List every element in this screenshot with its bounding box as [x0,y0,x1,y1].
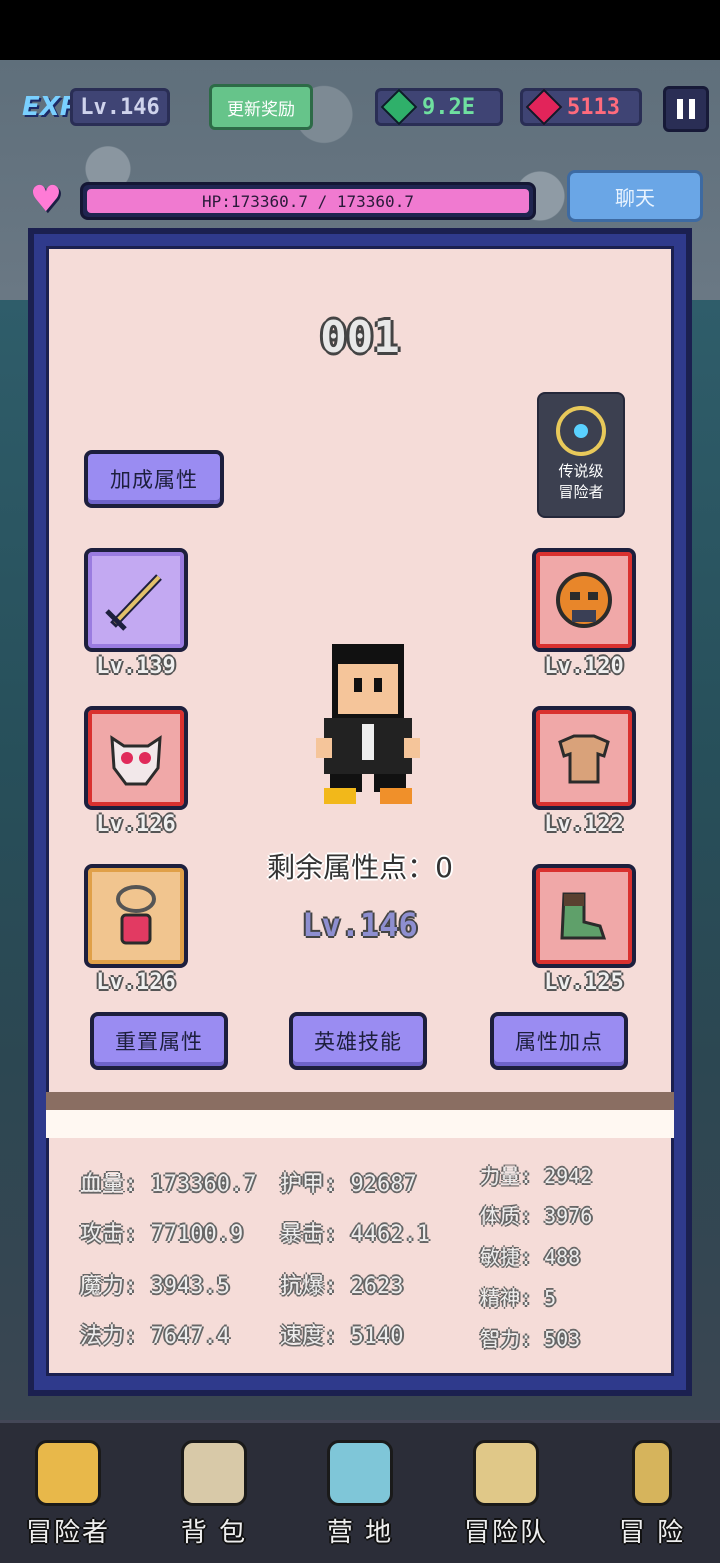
weapon-level: Lv.139 [96,654,176,679]
nav-adventure-label: 冒 险 [618,1518,686,1548]
armor-icon [558,734,610,784]
legend-label-2: 冒险者 [558,483,604,501]
green-gem-counter: 9.2E [375,88,503,126]
nav-backpack[interactable]: 背 包 [154,1436,274,1556]
hp-bar: HP:173360.7 / 173360.7 [80,182,536,220]
add-attribute-points-button[interactable]: 属性加点 [490,1012,628,1070]
legend-label-1: 传说级 [558,462,604,480]
helmet-icon [556,572,612,628]
armor-slot[interactable] [532,706,636,810]
sword-nav-icon [632,1440,672,1506]
nav-backpack-label: 背 包 [180,1518,248,1548]
book-icon [473,1440,539,1506]
stat-speed: 速度: 5140 [280,1324,404,1349]
red-gem-icon [525,88,563,126]
chat-button[interactable]: 聊天 [567,170,703,222]
hero-sprite [316,644,420,804]
nav-team[interactable]: 冒险队 [446,1436,566,1556]
hero-skills-button[interactable]: 英雄技能 [289,1012,427,1070]
bonus-attributes-button[interactable]: 加成属性 [84,450,224,508]
stat-magic: 魔力: 3943.5 [80,1274,230,1299]
hp-text: HP:173360.7 / 173360.7 [87,189,529,213]
weapon-slot[interactable] [84,548,188,652]
stat-spirit: 精神: 5 [480,1286,557,1310]
skull-mask-icon [110,735,162,786]
heart-icon: ♥ [32,174,60,225]
nav-adventure[interactable]: 冒 险 [592,1436,712,1556]
helmet-crown-icon [35,1440,101,1506]
hero-level: Lv.146 [302,906,418,944]
boots-level: Lv.125 [544,970,624,995]
mask-slot[interactable] [84,706,188,810]
nav-team-label: 冒险队 [463,1518,548,1548]
red-gem-counter: 5113 [520,88,642,126]
helmet-slot[interactable] [532,548,636,652]
trophy-icon [327,1440,393,1506]
stat-spell: 法力: 7647.4 [80,1324,230,1349]
player-level: Lv.146 [70,88,170,126]
remaining-attribute-points: 剩余属性点：0 [267,851,453,884]
backpack-icon [181,1440,247,1506]
legendary-adventurer-badge[interactable]: 传说级 冒险者 [537,392,625,518]
red-gem-value: 5113 [567,94,620,120]
nav-camp-label: 营 地 [326,1518,394,1548]
update-reward-button[interactable]: 更新奖励 [209,84,313,130]
stat-anticrit: 抗爆: 2623 [280,1274,404,1299]
nav-camp[interactable]: 营 地 [300,1436,420,1556]
pause-button[interactable] [663,86,709,132]
legend-emblem-icon [556,406,606,456]
mask-level: Lv.126 [96,812,176,837]
armor-level: Lv.122 [544,812,624,837]
green-gem-value: 9.2E [422,94,475,120]
necklace-level: Lv.126 [96,970,176,995]
stat-agility: 敏捷: 488 [480,1245,581,1269]
nav-adventurer-label: 冒险者 [25,1518,110,1548]
reset-attributes-button[interactable]: 重置属性 [90,1012,228,1070]
stat-armor: 护甲: 92687 [280,1172,417,1197]
panel-divider-light [46,1110,674,1138]
stat-strength: 力量: 2942 [480,1164,593,1188]
stat-hp: 血量: 173360.7 [80,1172,257,1197]
green-gem-icon [380,88,418,126]
hero-id: 001 [320,312,400,363]
stat-attack: 攻击: 77100.9 [80,1222,244,1247]
stat-constitution: 体质: 3976 [480,1204,593,1228]
nav-adventurer[interactable]: 冒险者 [8,1436,128,1556]
panel-divider [46,1092,674,1110]
sword-icon [105,574,162,631]
stat-crit: 暴击: 4462.1 [280,1222,430,1247]
stat-intelligence: 智力: 503 [480,1327,581,1351]
helmet-level: Lv.120 [544,654,624,679]
